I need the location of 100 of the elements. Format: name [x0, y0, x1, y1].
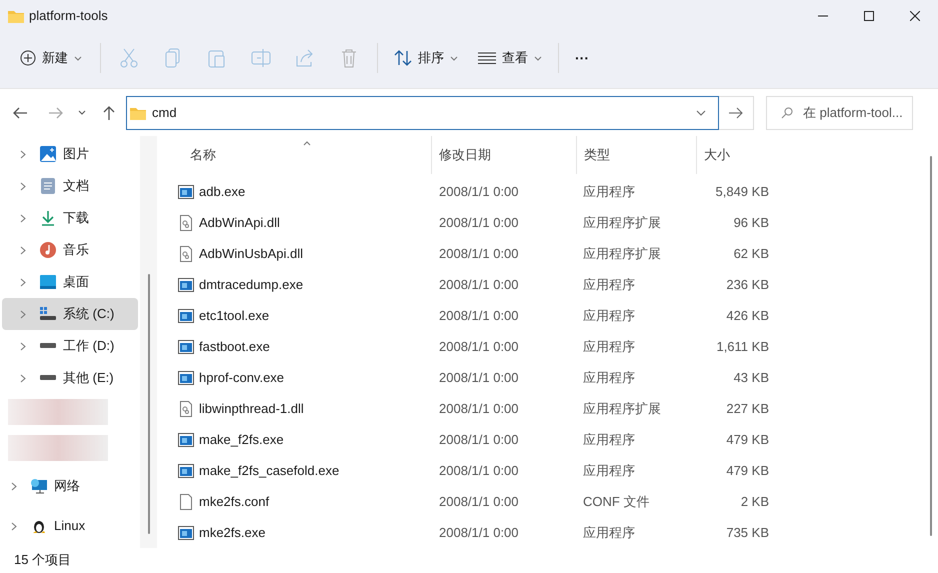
- application-icon: [178, 184, 194, 198]
- file-name[interactable]: AdbWinUsbApi.dll: [199, 244, 304, 264]
- folder-icon: [130, 106, 146, 120]
- sidebar-item[interactable]: 工作 (D:): [2, 330, 138, 362]
- dropdown-caret-icon[interactable]: [696, 110, 706, 116]
- type-cell-text: 应用程序: [582, 524, 636, 542]
- date-cell-text: 2008/1/1 0:00: [438, 276, 520, 294]
- chevron-icon[interactable]: [20, 150, 26, 158]
- type-cell-text: 应用程序: [582, 338, 636, 356]
- sidebar-item[interactable]: 其他 (E:): [2, 362, 138, 394]
- search-field[interactable]: 在 platform-tool...: [766, 96, 913, 130]
- sidebar-item[interactable]: 图片: [2, 138, 138, 170]
- file-icon: [180, 494, 192, 510]
- type-cell-text: 应用程序: [582, 368, 636, 387]
- application-icon: [178, 370, 194, 384]
- column-header[interactable]: 大小: [704, 145, 730, 165]
- music-icon: [40, 242, 56, 258]
- application-icon: [178, 432, 194, 446]
- drive-icon: [40, 375, 56, 381]
- penguin-icon: [32, 518, 46, 534]
- file-name[interactable]: etc1tool.exe: [199, 306, 270, 326]
- chevron-icon[interactable]: [20, 342, 26, 350]
- view-icon: [478, 52, 496, 64]
- size-cell-text: 5,849 KB: [714, 182, 769, 201]
- sidebar-item[interactable]: Linux: [2, 506, 138, 546]
- chevron-icon[interactable]: [20, 246, 26, 254]
- file-name[interactable]: mke2fs.conf: [199, 492, 270, 512]
- type-cell-text: 应用程序: [582, 306, 636, 325]
- file-name[interactable]: dmtracedump.exe: [199, 274, 304, 294]
- file-name[interactable]: adb.exe: [199, 182, 246, 202]
- chevron-icon[interactable]: [11, 482, 17, 490]
- new-button[interactable]: 新建: [12, 42, 90, 74]
- type-cell-text: 应用程序扩展: [582, 214, 662, 232]
- address-field[interactable]: cmd: [126, 96, 719, 130]
- caret-icon: [450, 56, 458, 60]
- application-icon: [178, 526, 194, 540]
- application-icon: [178, 464, 194, 478]
- size-cell-text: 426 KB: [725, 306, 769, 325]
- type-cell-text: 应用程序: [582, 462, 636, 480]
- type-cell-text: 应用程序: [582, 430, 636, 449]
- sidebar-item[interactable]: 网络: [2, 466, 138, 506]
- chevron-icon[interactable]: [20, 214, 26, 222]
- window-title: platform-tools: [29, 7, 108, 26]
- chevron-icon[interactable]: [20, 374, 26, 382]
- size-cell-text: 735 KB: [725, 524, 769, 542]
- sort-button[interactable]: 排序: [388, 42, 464, 74]
- column-header[interactable]: 修改日期: [439, 145, 491, 165]
- date-cell-text: 2008/1/1 0:00: [438, 430, 520, 449]
- search-placeholder: 在 platform-tool...: [803, 104, 903, 122]
- date-cell-text: 2008/1/1 0:00: [438, 214, 520, 232]
- network-icon: [30, 478, 48, 494]
- chevron-icon[interactable]: [20, 278, 26, 286]
- caret-icon: [74, 56, 82, 60]
- search-icon: [781, 106, 793, 118]
- size-cell-text: 479 KB: [725, 430, 769, 449]
- application-icon: [178, 340, 194, 354]
- sidebar-item[interactable]: 下载: [2, 202, 138, 234]
- size-cell-text: 479 KB: [725, 462, 769, 480]
- gear-file-icon: [180, 246, 192, 262]
- size-cell-text: 1,611 KB: [715, 338, 769, 356]
- arrow-right-icon: [729, 106, 743, 118]
- go-button[interactable]: [719, 96, 754, 130]
- date-cell-text: 2008/1/1 0:00: [438, 338, 520, 356]
- sidebar-item[interactable]: 音乐: [2, 234, 138, 266]
- drive-icon: [40, 307, 56, 321]
- view-button[interactable]: 查看: [470, 42, 550, 74]
- folder-icon: [8, 9, 24, 23]
- column-header[interactable]: 名称: [190, 145, 216, 165]
- chevron-icon[interactable]: [20, 310, 26, 318]
- file-name[interactable]: mke2fs.exe: [199, 522, 266, 542]
- application-icon: [178, 308, 194, 322]
- size-cell-text: 2 KB: [740, 492, 769, 511]
- forward-icon[interactable]: [48, 106, 64, 120]
- file-name[interactable]: hprof-conv.exe: [199, 368, 284, 388]
- download-icon: [41, 210, 55, 226]
- sidebar-item[interactable]: 桌面: [2, 266, 138, 298]
- type-cell-text: CONF 文件: [582, 492, 650, 511]
- date-cell-text: 2008/1/1 0:00: [438, 524, 520, 542]
- file-name[interactable]: fastboot.exe: [199, 336, 270, 356]
- file-name[interactable]: make_f2fs.exe: [199, 430, 284, 450]
- gear-file-icon: [180, 400, 192, 416]
- file-name[interactable]: AdbWinApi.dll: [199, 212, 280, 232]
- file-name[interactable]: libwinpthread-1.dll: [199, 398, 304, 418]
- file-name[interactable]: make_f2fs_casefold.exe: [199, 460, 340, 480]
- recent-caret-icon[interactable]: [78, 110, 86, 116]
- sidebar-item[interactable]: 系统 (C:): [2, 298, 138, 330]
- sidebar-item[interactable]: 文档: [2, 170, 138, 202]
- back-icon[interactable]: [12, 106, 28, 120]
- desktop-icon: [40, 275, 56, 289]
- date-cell-text: 2008/1/1 0:00: [438, 400, 520, 418]
- scrollbar-thumb[interactable]: [930, 156, 932, 536]
- more-button[interactable]: ···: [567, 42, 597, 74]
- drive-icon: [40, 343, 56, 349]
- up-icon[interactable]: [102, 104, 116, 120]
- scrollbar-thumb[interactable]: [148, 274, 150, 534]
- date-cell-text: 2008/1/1 0:00: [438, 492, 520, 511]
- chevron-icon[interactable]: [20, 182, 26, 190]
- chevron-icon[interactable]: [11, 522, 17, 530]
- type-cell-text: 应用程序: [582, 276, 636, 294]
- column-header[interactable]: 类型: [584, 145, 610, 165]
